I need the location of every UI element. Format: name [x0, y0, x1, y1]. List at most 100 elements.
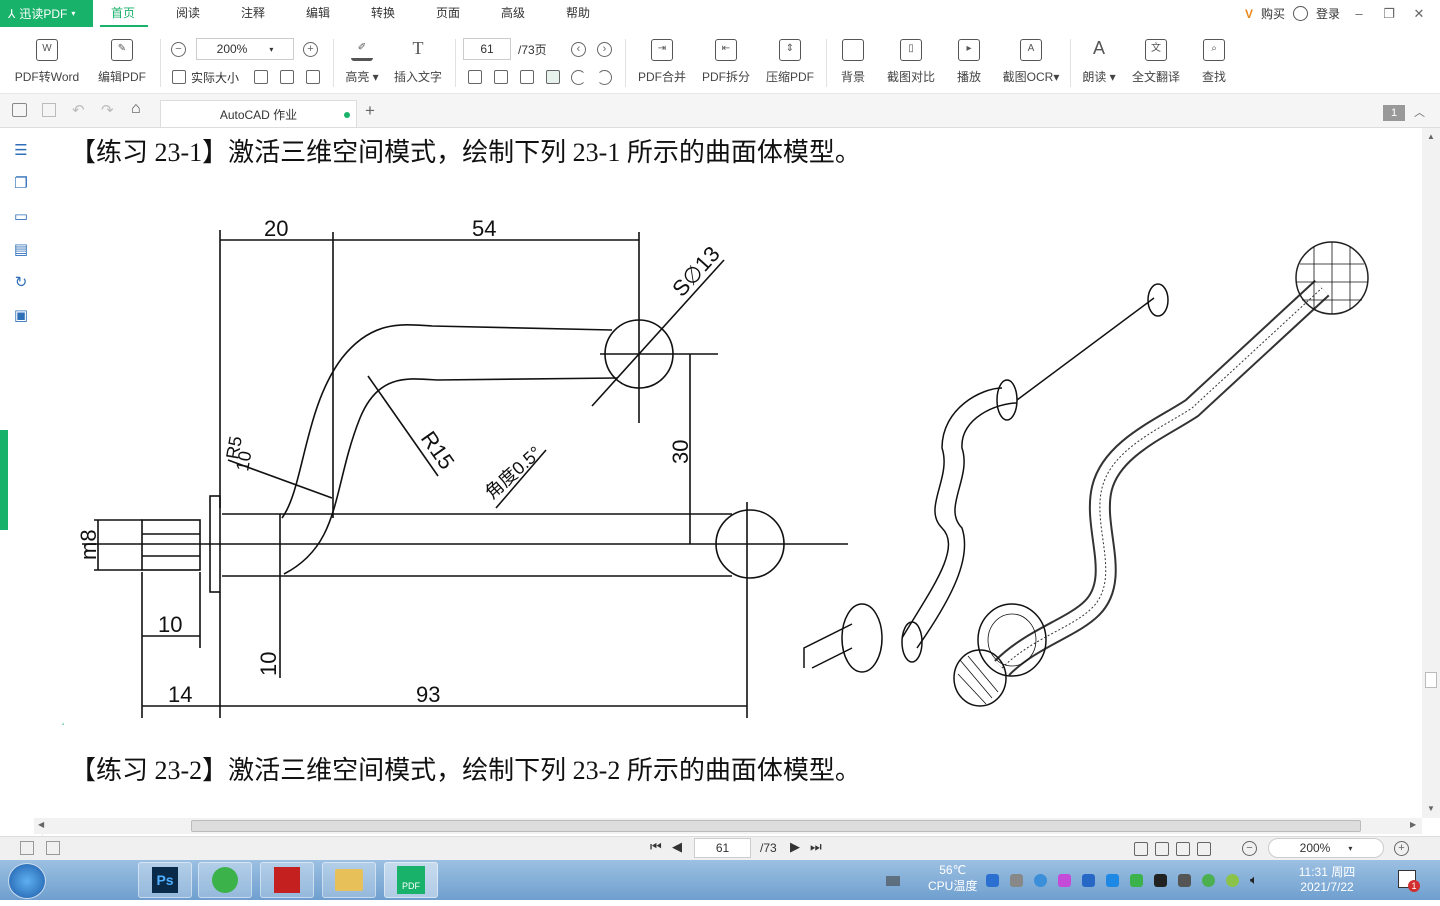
translate-panel-icon[interactable]: ▣ — [12, 308, 30, 324]
zoom-out-icon[interactable]: − — [171, 42, 186, 57]
taskbar-browser[interactable] — [198, 862, 252, 898]
cursor-mark-icon: ʻ — [62, 722, 65, 733]
forward-nav-icon[interactable] — [46, 841, 60, 855]
pdf-to-word-button[interactable]: W PDF转Word — [12, 39, 82, 85]
back-nav-icon[interactable] — [20, 841, 34, 855]
two-page-icon[interactable] — [494, 70, 508, 84]
undo-icon[interactable]: ↶ — [72, 101, 85, 119]
continuous-view-icon[interactable] — [546, 70, 560, 84]
minimize-icon[interactable]: – — [1348, 6, 1370, 21]
page-input[interactable]: 61 — [463, 38, 511, 60]
scroll-view-icon[interactable] — [1176, 842, 1190, 856]
tray-wechat-icon[interactable] — [1130, 874, 1143, 887]
attachments-icon[interactable]: ▤ — [12, 242, 30, 258]
new-tab-button[interactable]: + — [365, 101, 375, 121]
tray-chip-icon[interactable] — [1154, 874, 1167, 887]
print-icon[interactable] — [12, 103, 27, 117]
horizontal-scrollbar[interactable]: ◀ ▶ — [34, 818, 1422, 834]
sidebar-toggle-handle[interactable] — [0, 430, 8, 530]
zoom-select[interactable]: 200% ▾ — [196, 38, 294, 60]
clock-widget[interactable]: 11:31 周四 2021/7/22 — [1282, 863, 1372, 894]
single-page-icon[interactable] — [468, 70, 482, 84]
menu-page[interactable]: 页面 — [423, 0, 473, 27]
scroll-left-icon[interactable]: ◀ — [38, 820, 44, 829]
tray-windows-icon[interactable] — [1106, 874, 1119, 887]
menu-home[interactable]: 首页 — [98, 0, 148, 27]
pdf-split-button[interactable]: ⇤ PDF拆分 — [691, 39, 761, 85]
zoom-in-icon[interactable]: + — [303, 42, 318, 57]
scroll-down-icon[interactable]: ▼ — [1427, 804, 1435, 813]
tray-security-icon[interactable] — [1226, 874, 1239, 887]
status-zoom-in-icon[interactable]: + — [1394, 841, 1409, 856]
status-page-input[interactable]: 61 — [694, 838, 751, 858]
history-icon[interactable]: ↻ — [12, 275, 30, 291]
volume-icon[interactable]: 🔈︎ — [1250, 872, 1258, 888]
taskbar-photoshop[interactable]: Ps — [138, 862, 192, 898]
start-button[interactable] — [8, 863, 46, 899]
grid-view-icon[interactable] — [520, 70, 534, 84]
comments-icon[interactable]: ▭ — [12, 209, 30, 225]
single-view-icon[interactable] — [1134, 842, 1148, 856]
taskbar-autocad[interactable] — [260, 862, 314, 898]
vertical-scroll-thumb[interactable] — [1425, 672, 1437, 688]
menu-read[interactable]: 阅读 — [163, 0, 213, 27]
prev-page-status-icon[interactable]: ◀ — [672, 839, 682, 855]
tray-app-icon[interactable] — [986, 874, 999, 887]
menu-convert[interactable]: 转换 — [358, 0, 408, 27]
taskbar-explorer[interactable] — [322, 862, 376, 898]
text-select-icon[interactable] — [306, 70, 320, 84]
find-button[interactable]: ⌕ 查找 — [1179, 39, 1249, 85]
pdf-merge-button[interactable]: ⇥ PDF合并 — [627, 39, 697, 85]
menu-edit[interactable]: 编辑 — [293, 0, 343, 27]
close-icon[interactable]: ✕ — [1408, 6, 1430, 22]
tray-device-icon[interactable] — [1178, 874, 1191, 887]
home-icon[interactable]: ⌂ — [131, 100, 141, 118]
menu-help[interactable]: 帮助 — [553, 0, 603, 27]
next-page-icon[interactable]: › — [597, 42, 612, 57]
double-view-icon[interactable] — [1155, 842, 1169, 856]
menu-annotate[interactable]: 注释 — [228, 0, 278, 27]
compress-pdf-button[interactable]: ⇕ 压缩PDF — [755, 39, 825, 85]
dim-label: 93 — [416, 682, 440, 707]
insert-text-button[interactable]: T 插入文字 — [383, 39, 453, 85]
fit-page-icon[interactable] — [254, 70, 268, 84]
edit-pdf-button[interactable]: ✎ 编辑PDF — [87, 39, 157, 85]
pdf-to-word-label: PDF转Word — [14, 70, 80, 84]
tray-thermo-icon[interactable] — [1010, 874, 1023, 887]
restore-icon[interactable]: ❐ — [1378, 6, 1400, 22]
play-button[interactable]: ▸ 播放 — [934, 39, 1004, 85]
first-page-icon[interactable]: ⏮ — [650, 839, 662, 855]
screenshot-ocr-button[interactable]: A 截图OCR▾ — [996, 39, 1066, 85]
status-zoom-out-icon[interactable]: − — [1242, 841, 1257, 856]
tray-color-icon[interactable] — [1058, 874, 1071, 887]
redo-icon[interactable]: ↷ — [101, 101, 114, 119]
collapse-icon[interactable]: ︿ — [1414, 104, 1425, 120]
last-page-icon[interactable]: ⏭ — [810, 839, 822, 855]
actual-size-button[interactable]: 实际大小 — [191, 69, 239, 86]
dim-label: 10 — [232, 449, 255, 472]
scroll-right-icon[interactable]: ▶ — [1410, 820, 1416, 829]
buy-button[interactable]: 购买 — [1261, 5, 1285, 22]
keyboard-icon[interactable] — [886, 876, 900, 886]
prev-page-icon[interactable]: ‹ — [571, 42, 586, 57]
save-icon[interactable] — [42, 103, 56, 117]
next-page-status-icon[interactable]: ▶ — [790, 839, 800, 855]
fit-width-icon[interactable] — [280, 70, 294, 84]
book-view-icon[interactable] — [1197, 842, 1211, 856]
rotate-left-icon[interactable] — [597, 70, 612, 85]
outline-icon[interactable]: ☰ — [12, 143, 30, 159]
tray-update-icon[interactable] — [1202, 874, 1215, 887]
brand-menu-button[interactable]: ⅄ 迅读PDF ▾ — [0, 0, 93, 27]
vertical-scrollbar[interactable]: ▲ ▼ — [1422, 128, 1440, 818]
login-button[interactable]: 登录 — [1316, 5, 1340, 22]
status-zoom-select[interactable]: 200% ▾ — [1268, 838, 1384, 858]
rotate-right-icon[interactable] — [571, 70, 586, 85]
tab-autocad[interactable]: AutoCAD 作业 — [160, 100, 357, 127]
menu-advanced[interactable]: 高级 — [488, 0, 538, 27]
thumbnails-icon[interactable]: ❐ — [12, 176, 30, 192]
scroll-up-icon[interactable]: ▲ — [1427, 132, 1435, 141]
taskbar-pdf-reader[interactable]: PDF — [384, 862, 438, 898]
horizontal-scroll-thumb[interactable] — [191, 820, 1361, 832]
tray-network-icon[interactable] — [1034, 874, 1047, 887]
tray-shield-icon[interactable] — [1082, 874, 1095, 887]
